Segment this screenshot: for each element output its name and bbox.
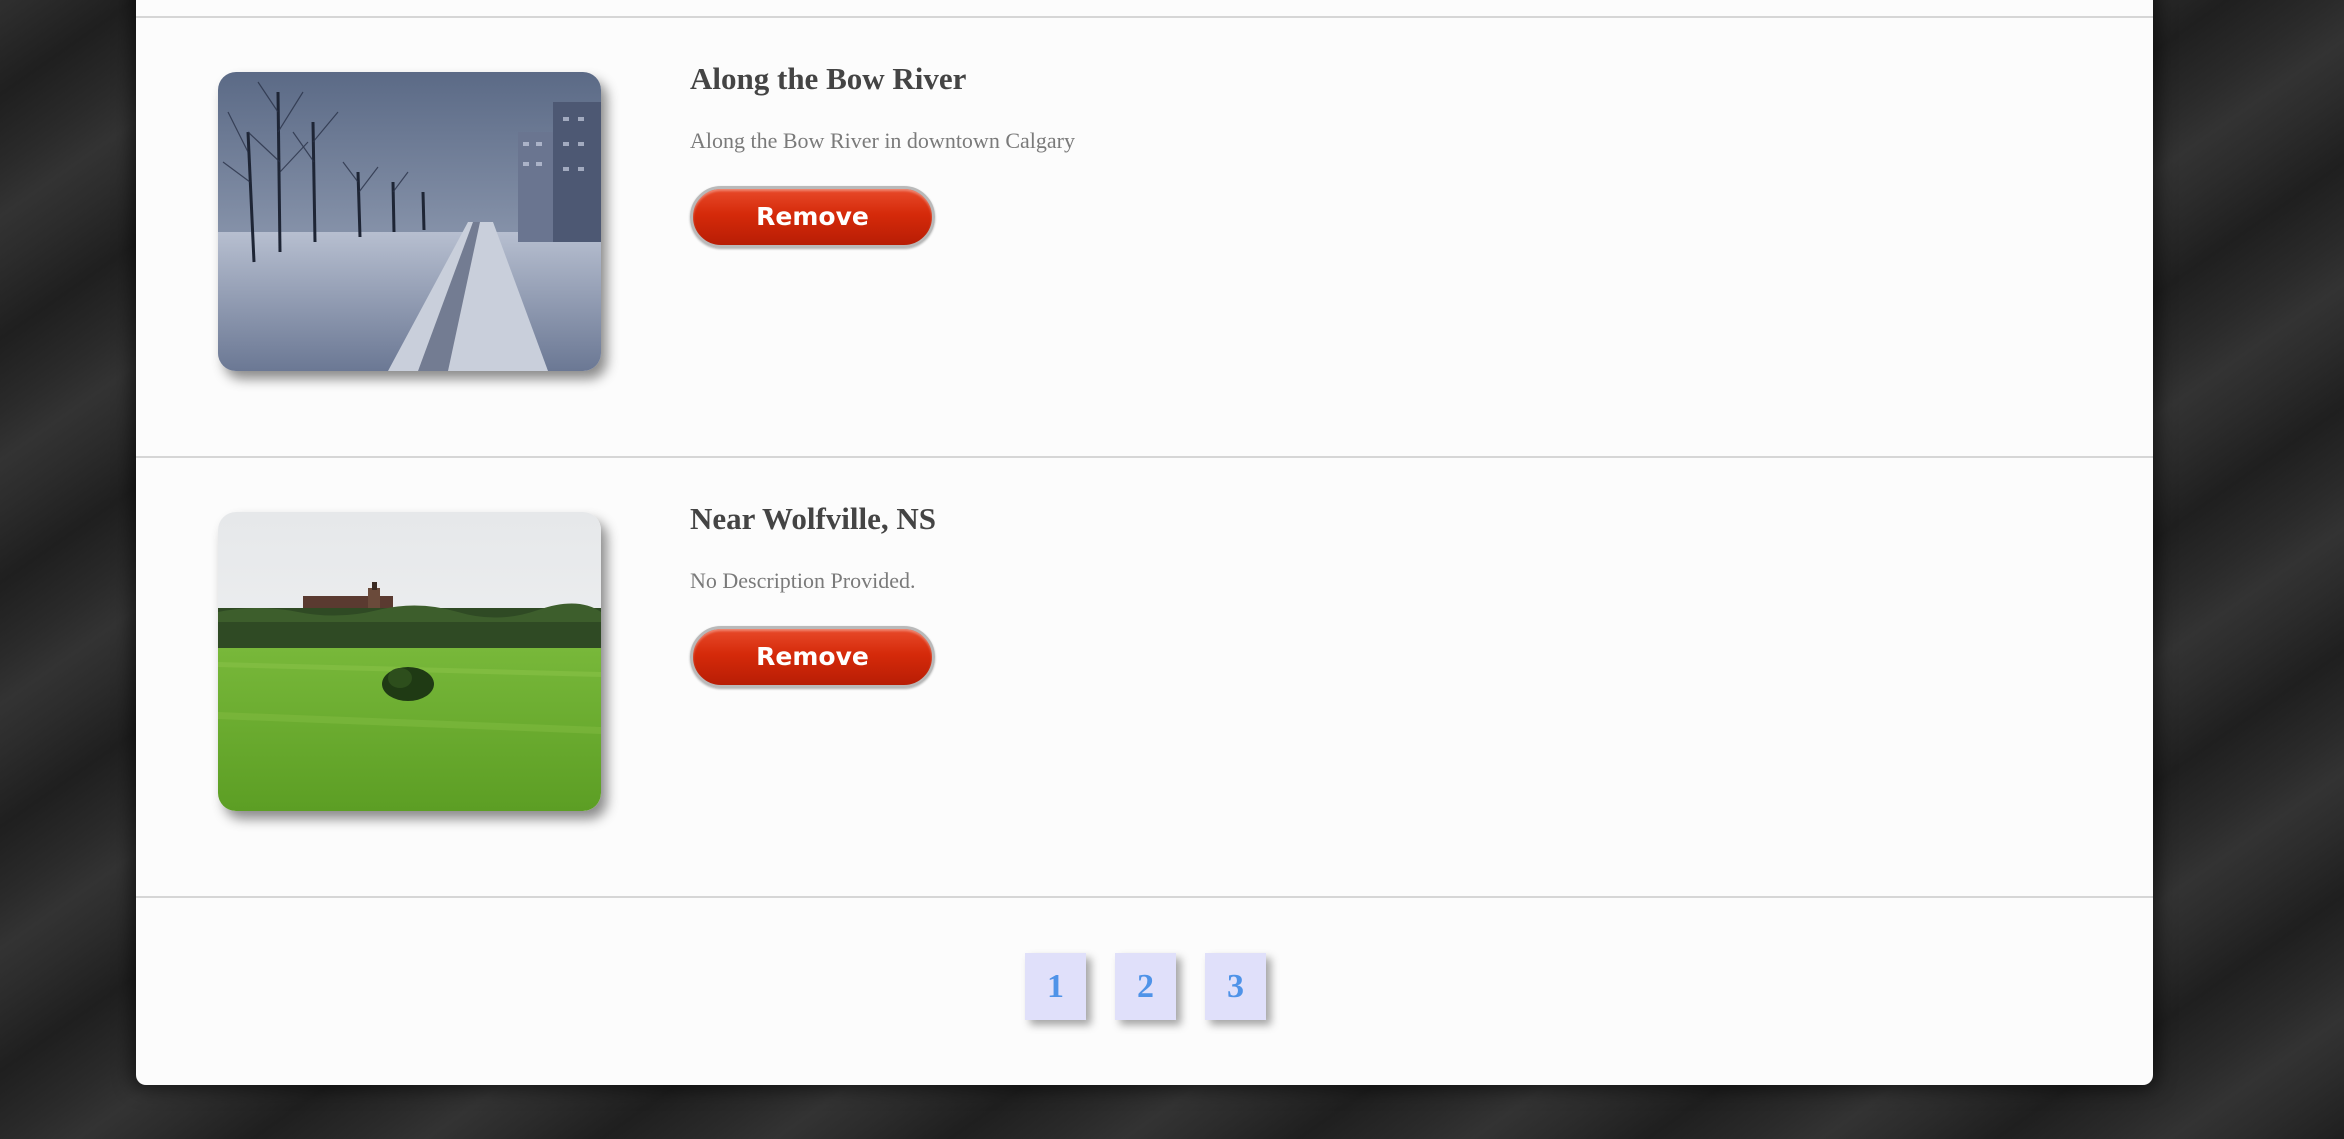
page-link-2[interactable]: 2: [1115, 953, 1176, 1020]
remove-button[interactable]: Remove: [690, 186, 935, 248]
gallery-item: Along the Bow River Along the Bow River …: [136, 8, 2153, 444]
remove-button[interactable]: Remove: [690, 626, 935, 688]
gallery-panel: Along the Bow River Along the Bow River …: [136, 0, 2153, 1085]
page-link-3[interactable]: 3: [1205, 953, 1266, 1020]
page-link-1[interactable]: 1: [1025, 953, 1086, 1020]
photo-description: No Description Provided.: [690, 568, 916, 593]
gallery-item: Near Wolfville, NS No Description Provid…: [136, 448, 2153, 884]
photo-description: Along the Bow River in downtown Calgary: [690, 128, 1075, 153]
photo-title: Near Wolfville, NS: [690, 501, 936, 536]
photo-thumbnail[interactable]: [218, 512, 601, 811]
photo-thumbnail[interactable]: [218, 72, 601, 371]
photo-title: Along the Bow River: [690, 61, 967, 96]
pagination: 1 2 3: [136, 953, 2153, 1023]
divider: [136, 896, 2153, 898]
